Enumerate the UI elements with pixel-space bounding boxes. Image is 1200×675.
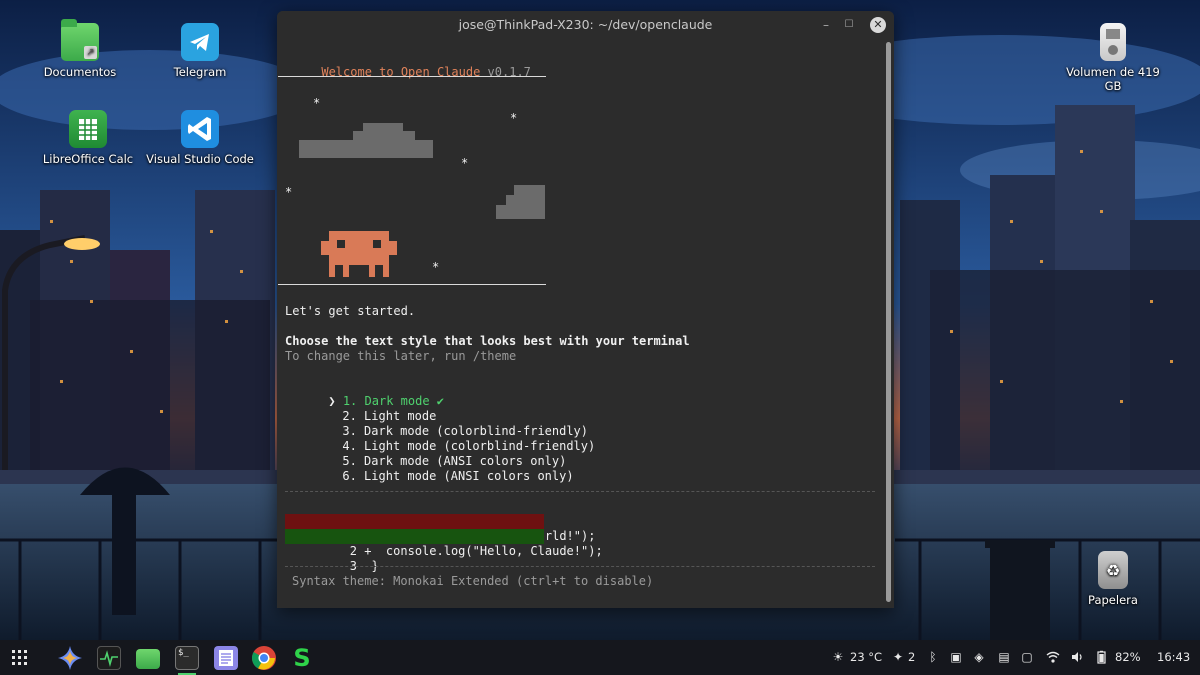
weather-sun-icon[interactable]: ☀ [831,650,845,664]
clock[interactable]: 16:43 [1157,640,1190,675]
desktop-icon-label: Papelera [1088,593,1138,607]
desktop-icon-papelera[interactable]: ♻ Papelera [1058,551,1168,607]
desktop-icon-telegram[interactable]: Telegram [145,23,255,79]
terminal-window[interactable]: jose@ThinkPad-X230: ~/dev/openclaude – ☐… [277,11,894,608]
notifications-count[interactable]: 2 [908,640,915,675]
prompt-title: Choose the text style that looks best wi… [285,334,690,348]
close-button[interactable]: ✕ [870,17,886,33]
folder-icon [136,649,160,669]
terminal-scrollbar[interactable] [886,42,891,602]
desktop-icon-label: Visual Studio Code [146,152,254,166]
drive-icon [1100,23,1126,61]
taskbar-system-monitor[interactable] [94,643,124,673]
desktop-icon-vscode[interactable]: Visual Studio Code [145,110,255,166]
volume-icon[interactable] [1070,650,1084,664]
prompt-hint: To change this later, run /theme [285,349,517,363]
s-icon: S [293,644,311,672]
trash-icon: ♻ [1098,551,1128,589]
taskbar-files[interactable] [133,643,163,673]
terminal-icon: $_ [175,646,199,670]
shield-icon[interactable]: ◈ [972,650,986,664]
taskbar-terminal[interactable]: $_ [172,643,202,675]
banner-bottom-rule [278,284,546,285]
text-editor-icon [214,646,238,670]
welcome-line: Welcome to Open Claude v0.1.7 [278,50,531,95]
sparkle-icon [58,646,82,670]
bluetooth-icon[interactable]: ᛒ [926,650,940,664]
svg-text:♻: ♻ [1106,561,1120,580]
window-title: jose@ThinkPad-X230: ~/dev/openclaude [458,17,713,32]
preview-bottom-divider [285,566,875,567]
folder-icon: ↗ [61,19,99,61]
app-grid-button[interactable] [5,643,35,673]
notifications-icon[interactable]: ✦ [891,650,905,664]
desktop-icon-libreoffice-calc[interactable]: LibreOffice Calc [33,110,143,166]
battery-percent[interactable]: 82% [1115,640,1141,675]
taskbar-text-editor[interactable] [211,643,241,673]
desktop-icon-volume[interactable]: Volumen de 419 GB [1058,23,1168,93]
option-number: 6. [342,469,357,483]
theme-option-light-ansi[interactable]: 6. Light mode (ANSI colors only) [299,454,574,499]
temperature-text[interactable]: 23 °C [850,640,882,675]
update-manager-icon[interactable]: ▢ [1020,650,1034,664]
lets-get-started: Let's get started. [285,304,416,318]
grid-icon [12,650,27,665]
taskbar-chrome[interactable] [249,643,279,673]
option-label: Light mode (ANSI colors only) [364,469,574,483]
vscode-icon [181,110,219,148]
clipboard-icon[interactable]: ▣ [949,650,963,664]
minimize-button[interactable]: – [818,17,834,33]
taskbar: $_ S ☀ 23 °C ✦ 2 ᛒ ▣ ◈ ▤ ▢ 82% 16:43 [0,640,1200,675]
chrome-icon [251,646,276,670]
telegram-icon [181,23,219,61]
banner-top-rule [278,76,546,77]
wifi-icon[interactable] [1046,650,1060,664]
syntax-theme-status: Syntax theme: Monokai Extended (ctrl+t t… [292,574,654,588]
code-text: console.log("Hello, Claude!"); [371,544,603,558]
desktop-icon-label: LibreOffice Calc [42,152,134,166]
taskbar-gemini[interactable] [55,643,85,673]
monitor-icon [97,646,121,670]
window-titlebar[interactable]: jose@ThinkPad-X230: ~/dev/openclaude – ☐… [277,11,894,39]
desktop-icon-label: Volumen de 419 GB [1066,65,1160,93]
printer-icon[interactable]: ▤ [997,650,1011,664]
battery-icon[interactable] [1094,650,1108,664]
terminal-output[interactable]: Welcome to Open Claude v0.1.7 * * * * * [277,39,884,608]
taskbar-app-s[interactable]: S [287,643,317,673]
desktop-icon-documentos[interactable]: ↗ Documentos [25,19,135,79]
desktop-icon-label: Documentos [43,65,117,79]
preview-top-divider [285,491,875,492]
desktop-icon-label: Telegram [173,65,227,79]
maximize-button[interactable]: ☐ [841,17,857,33]
spreadsheet-icon [69,110,107,148]
